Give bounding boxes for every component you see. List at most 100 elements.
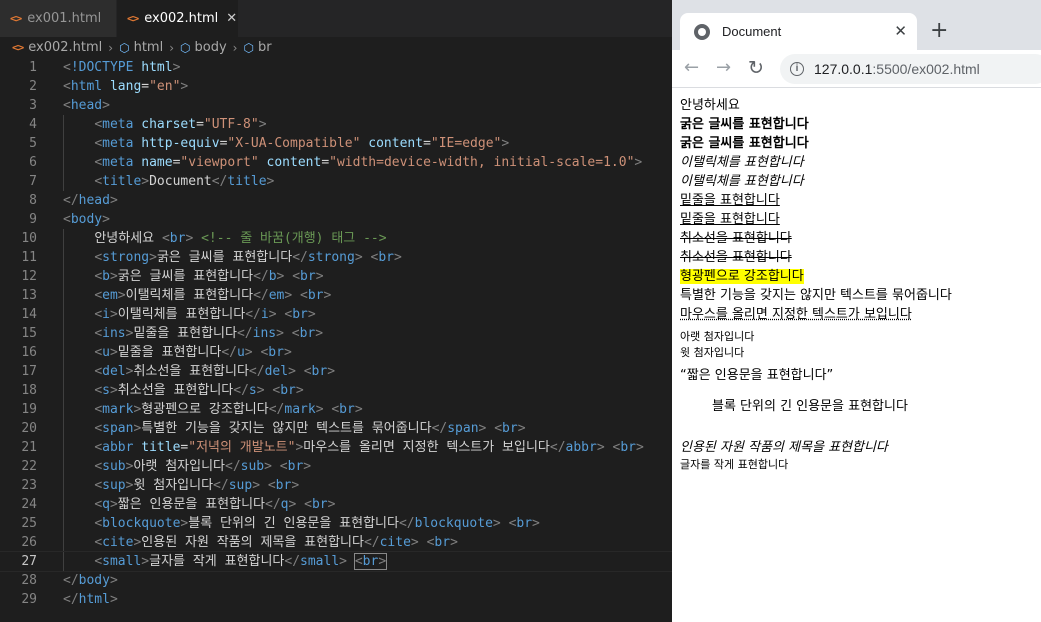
close-icon[interactable]: ✕ [894,22,907,40]
line-number: 23 [21,478,37,493]
code-line: 1 <!DOCTYPE html> [0,58,672,77]
line-number: 7 [29,174,37,189]
tab-ex001[interactable]: <> ex001.html [0,0,117,37]
line-number: 29 [21,592,37,607]
reload-icon[interactable]: ↻ [748,58,764,78]
line-text: <meta http-equiv="X-UA-Compatible" conte… [94,136,510,151]
line-number: 1 [29,60,37,75]
line-number: 16 [21,345,37,360]
bracket-match: <br> [353,553,388,570]
text-em: 이탤릭체를 표현합니다 [680,153,1041,172]
underline-text: 밑줄을 표현합니다 [680,212,780,227]
line-text: <html lang="en"> [63,79,189,94]
bold-text: 굵은 글씨를 표현합니다 [680,136,809,151]
code-line: 9 <body> [0,210,672,229]
code-line: 25 <blockquote>블록 단위의 긴 인용문을 표현합니다</bloc… [0,514,672,533]
breadcrumb-item-body[interactable]: body [195,40,227,55]
address-bar[interactable]: i 127.0.0.1:5500/ex002.html [780,54,1041,84]
breadcrumb: <> ex002.html › ⬡ html › ⬡ body › ⬡ br [0,37,672,58]
code-line: 23 <sup>윗 첨자입니다</sup> <br> [0,476,672,495]
code-line: 8 </head> [0,191,672,210]
html-file-icon: <> [12,41,24,54]
text-underline: 밑줄을 표현합니다 [680,210,1041,229]
close-icon[interactable]: ✕ [226,11,237,26]
text-q: “짧은 인용문을 표현합니다” [680,368,834,383]
code-line: 14 <i>이탤릭체를 표현합니다</i> <br> [0,305,672,324]
url-text[interactable]: 127.0.0.1:5500/ex002.html [814,61,980,77]
browser-tab-strip: Document ✕ + [672,0,1041,50]
symbol-element-icon: ⬡ [243,40,254,55]
strike-text: 취소선을 표현합니다 [680,250,792,265]
line-text: <abbr title="저녁의 개발노트">마우스를 올리면 지정한 텍스트가… [94,440,644,455]
html-file-icon: <> [10,12,22,25]
tab-ex002[interactable]: <> ex002.html ✕ [117,0,239,37]
chevron-right-icon: › [232,40,238,55]
line-number: 19 [21,402,37,417]
code-area[interactable]: 1 <!DOCTYPE html> 2 <html lang="en"> 3 <hea… [0,58,672,609]
line-number: 12 [21,269,37,284]
line-number: 11 [21,250,37,265]
line-number: 6 [29,155,37,170]
line-number: 24 [21,497,37,512]
italic-text: 이탤릭체를 표현합니다 [680,174,804,189]
forward-arrow-icon[interactable]: → [716,58,731,78]
line-number: 3 [29,98,37,113]
text-italic: 이탤릭체를 표현합니다 [680,172,1041,191]
chevron-right-icon: › [169,40,175,55]
code-editor[interactable]: <> ex001.html <> ex002.html ✕ <> ex002.h… [0,0,672,622]
code-line-current: 27 <small>글자를 작게 표현합니다</small> <br> [0,551,672,572]
url-path: :5500/ex002.html [872,61,980,77]
line-number: 25 [21,516,37,531]
browser-tab[interactable]: Document ✕ [680,13,917,50]
breadcrumb-file[interactable]: ex002.html [28,40,102,55]
code-line: 22 <sub>아랫 첨자입니다</sub> <br> [0,457,672,476]
line-text: <del>취소선을 표현합니다</del> <br> [94,364,336,379]
strong-text: 굵은 글씨를 표현합니다 [680,117,809,132]
code-line: 28 </body> [0,571,672,590]
text-mark: 형광펜으로 강조합니다 [680,267,1041,286]
text-ins: 밑줄을 표현합니다 [680,191,1041,210]
del-text: 취소선을 표현합니다 [680,231,792,246]
line-number: 26 [21,535,37,550]
code-line: 2 <html lang="en"> [0,77,672,96]
line-number: 2 [29,79,37,94]
browser-window: Document ✕ + ← → ↻ i 127.0.0.1:5500/ex00… [672,0,1041,622]
line-text: <blockquote>블록 단위의 긴 인용문을 표현합니다</blockqu… [94,516,540,531]
tab-label: ex001.html [27,11,102,26]
text-del: 취소선을 표현합니다 [680,229,1041,248]
breadcrumb-item-br[interactable]: br [258,40,272,55]
line-number: 8 [29,193,37,208]
back-arrow-icon[interactable]: ← [684,58,699,78]
symbol-element-icon: ⬡ [180,40,191,55]
code-line: 26 <cite>인용된 자원 작품의 제목을 표현합니다</cite> <br… [0,533,672,552]
code-line: 13 <em>이탤릭체를 표현합니다</em> <br> [0,286,672,305]
code-line: 18 <s>취소선을 표현합니다</s> <br> [0,381,672,400]
browser-toolbar: ← → ↻ i 127.0.0.1:5500/ex002.html [672,50,1041,88]
text-span: 특별한 기능을 갖지는 않지만 텍스트를 묶어줍니다 [680,288,952,303]
line-text: <sup>윗 첨자입니다</sup> <br> [94,478,300,493]
line-number: 5 [29,136,37,151]
code-line: 21 <abbr title="저녁의 개발노트">마우스를 올리면 지정한 텍… [0,438,672,457]
line-text: <i>이탤릭체를 표현합니다</i> <br> [94,307,316,322]
code-line: 29 </html> [0,590,672,609]
text-strike: 취소선을 표현합니다 [680,248,1041,267]
line-number: 15 [21,326,37,341]
line-text: <cite>인용된 자원 작품의 제목을 표현합니다</cite> <br> [94,535,458,550]
line-text: <!DOCTYPE html> [63,60,181,75]
code-line: 19 <mark>형광펜으로 강조합니다</mark> <br> [0,400,672,419]
breadcrumb-item-html[interactable]: html [134,40,164,55]
abbr-text[interactable]: 마우스를 올리면 지정한 텍스트가 보입니다 [680,307,912,322]
line-text: <strong>굵은 글씨를 표현합니다</strong> <br> [94,250,402,265]
globe-icon [694,23,710,40]
line-number: 9 [29,212,37,227]
line-text: 안녕하세요 <br> <!-- 줄 바꿈(개행) 태그 --> [94,231,387,246]
line-text: <head> [63,98,110,113]
code-line: 11 <strong>굵은 글씨를 표현합니다</strong> <br> [0,248,672,267]
url-host: 127.0.0.1 [814,61,873,77]
info-icon[interactable]: i [790,62,804,76]
chevron-right-icon: › [108,40,114,55]
line-text: <b>굵은 글씨를 표현합니다</b> <br> [94,269,324,284]
new-tab-button[interactable]: + [930,19,948,43]
line-number: 14 [21,307,37,322]
code-line: 3 <head> [0,96,672,115]
